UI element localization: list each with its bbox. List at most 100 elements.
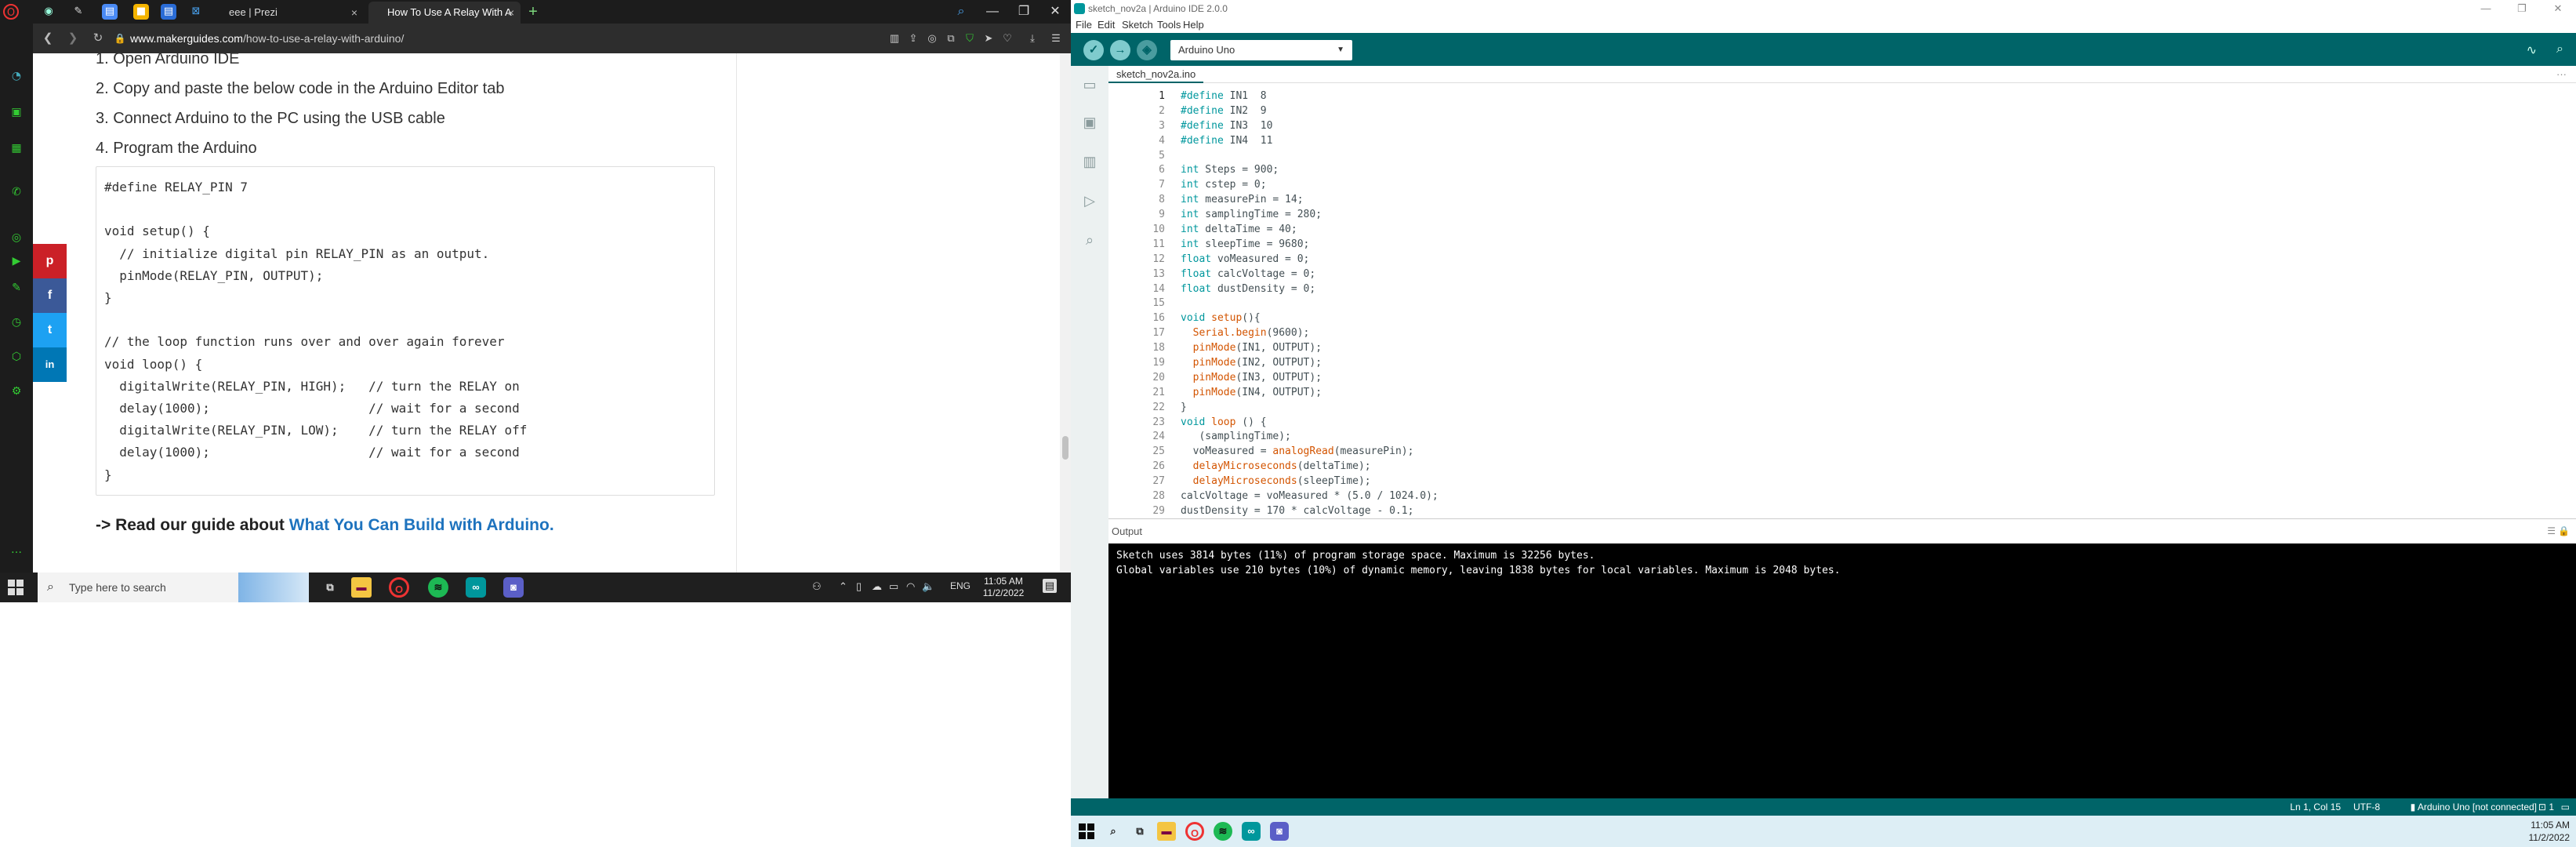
code-line[interactable]: #define IN3 10	[1181, 119, 1439, 134]
whatsapp-icon[interactable]: ✆	[8, 184, 25, 201]
code-line[interactable]: pinMode(IN2, OUTPUT);	[1181, 356, 1439, 371]
tray-device-icon[interactable]: ▯	[856, 580, 862, 593]
language-indicator[interactable]: ENG	[950, 580, 971, 591]
taskbar-search[interactable]: ⌕ Type here to search	[38, 573, 238, 602]
more-options-icon[interactable]: ···	[2556, 66, 2567, 83]
docs-icon[interactable]: ▤	[102, 4, 118, 20]
player-icon[interactable]: ▶	[8, 253, 25, 270]
tray-chevron-icon[interactable]: ⌃	[839, 580, 847, 593]
library-manager-icon[interactable]: ▥	[1080, 152, 1099, 171]
pinterest-icon[interactable]: p	[33, 244, 67, 278]
spotify-icon[interactable]: ≋	[428, 577, 448, 598]
code-line[interactable]: delayMicroseconds(sleepTime);	[1181, 474, 1439, 489]
send-icon[interactable]: ➤	[981, 31, 996, 45]
code-line[interactable]: dustDensity = 170 * calcVoltage - 0.1;	[1181, 504, 1439, 518]
verify-button[interactable]: ✓	[1083, 40, 1104, 60]
taskbar-clock[interactable]: 11:05 AM 11/2/2022	[2529, 819, 2571, 844]
people-icon[interactable]: ⚇	[812, 580, 822, 593]
code-line[interactable]: delayMicroseconds(deltaTime);	[1181, 460, 1439, 474]
linkedin-icon[interactable]: in	[33, 347, 67, 382]
code-line[interactable]: int samplingTime = 280;	[1181, 208, 1439, 223]
tab-close-icon[interactable]: ×	[351, 2, 357, 24]
arduino-taskbar-icon[interactable]: ∞	[1242, 822, 1261, 841]
code-line[interactable]: float dustDensity = 0;	[1181, 282, 1439, 297]
bag-icon[interactable]: ▣	[8, 104, 25, 121]
reload-icon[interactable]: ↻	[89, 30, 107, 47]
spotify-icon[interactable]: ≋	[1214, 822, 1232, 841]
ide-close-button[interactable]: ✕	[2540, 0, 2576, 17]
code-line[interactable]: int Steps = 900;	[1181, 163, 1439, 178]
task-view-icon[interactable]: ⧉	[320, 577, 340, 598]
wifi-icon[interactable]: ◠	[906, 580, 915, 593]
file-explorer-icon[interactable]: ▬	[1157, 822, 1176, 841]
edit-icon[interactable]: ✎	[8, 279, 25, 296]
file-encoding[interactable]: UTF-8	[2353, 798, 2380, 816]
upload-button[interactable]: →	[1110, 40, 1130, 60]
search-tabs-icon[interactable]: ⌕	[945, 0, 977, 24]
clear-output-icon[interactable]: ☰	[2547, 525, 2556, 536]
cursor-position[interactable]: Ln 1, Col 15	[2290, 798, 2341, 816]
task-view-icon[interactable]: ⧉	[1130, 822, 1149, 841]
messenger-icon[interactable]: ◎	[8, 229, 25, 246]
editor-code[interactable]: #define IN1 8 #define IN2 9 #define IN3 10…	[1181, 89, 1439, 518]
snapshot-icon[interactable]: ⧉	[944, 31, 958, 45]
board-status[interactable]: ▮ Arduino Uno [not connected]	[2411, 798, 2537, 816]
serial-plotter-icon[interactable]: ∿	[2527, 42, 2537, 58]
code-editor[interactable]: 1 2 3 4 5 6 7 8 9 10 11 12 13 14 15 16 17 18 19 20 21 22 23 24 2…	[1108, 83, 2576, 518]
tab-prezi[interactable]: eee | Prezi ×	[210, 2, 364, 24]
menu-edit[interactable]: Edit	[1098, 17, 1115, 33]
code-line[interactable]	[1181, 296, 1439, 311]
forward-icon[interactable]: ❯	[64, 30, 82, 47]
share-icon[interactable]: ⇪	[906, 31, 920, 45]
code-line[interactable]: void setup(){	[1181, 311, 1439, 326]
page-scrollbar[interactable]	[1060, 53, 1071, 573]
menu-icon[interactable]: ☰	[1049, 31, 1063, 45]
toggle-panel-icon[interactable]: ▭	[2561, 798, 2570, 816]
reader-icon[interactable]: ▥	[887, 31, 902, 45]
windows-start-icon[interactable]	[8, 580, 24, 595]
code-line[interactable]: int measurePin = 14;	[1181, 193, 1439, 208]
guide-link[interactable]: What You Can Build with Arduino.	[289, 516, 554, 534]
twitch-icon[interactable]: ▦	[8, 140, 25, 157]
heart-icon[interactable]: ♡	[1000, 31, 1014, 45]
code-line[interactable]: float calcVoltage = 0;	[1181, 267, 1439, 282]
code-line[interactable]: calcVoltage = voMeasured * (5.0 / 1024.0…	[1181, 489, 1439, 504]
volume-icon[interactable]: 🔈	[922, 580, 934, 593]
pin-icon[interactable]: ✎	[71, 4, 86, 20]
sketchbook-icon[interactable]: ▭	[1080, 75, 1099, 94]
shield-icon[interactable]: ⛉	[963, 31, 977, 45]
opera-logo-icon[interactable]: O	[3, 4, 19, 20]
code-line[interactable]: Serial.begin(9600);	[1181, 326, 1439, 341]
cube-icon[interactable]: ⬡	[8, 348, 25, 365]
maximize-button[interactable]: ❐	[1008, 0, 1039, 24]
docs-icon-2[interactable]: ▤	[161, 4, 176, 20]
minimize-button[interactable]: —	[977, 0, 1008, 24]
taskbar-clock[interactable]: 11:05 AM 11/2/2022	[980, 576, 1027, 599]
search-icon[interactable]: ⌕	[1080, 231, 1099, 249]
code-line[interactable]: pinMode(IN1, OUTPUT);	[1181, 341, 1439, 356]
new-tab-button[interactable]: +	[524, 2, 542, 22]
opera-taskbar-icon[interactable]: O	[1185, 822, 1204, 841]
cloud-icon[interactable]: ☁	[872, 580, 882, 593]
code-line[interactable]: (samplingTime);	[1181, 430, 1439, 445]
facebook-icon[interactable]: f	[33, 278, 67, 313]
boards-manager-icon[interactable]: ▣	[1080, 113, 1099, 132]
code-line[interactable]: int cstep = 0;	[1181, 178, 1439, 193]
tab-close-icon[interactable]: ×	[508, 2, 514, 24]
menu-sketch[interactable]: Sketch	[1122, 17, 1153, 33]
file-explorer-icon[interactable]: ▬	[351, 577, 372, 598]
search-highlight-image[interactable]	[238, 573, 309, 602]
history-icon[interactable]: ◷	[8, 314, 25, 331]
settings-icon[interactable]: ⚙	[8, 383, 25, 400]
twitter-icon[interactable]: t	[33, 313, 67, 347]
tab-relay-article[interactable]: How To Use A Relay With A ×	[368, 2, 521, 24]
code-line[interactable]: pinMode(IN4, OUTPUT);	[1181, 386, 1439, 401]
serial-monitor-icon[interactable]: ⌕	[2556, 42, 2563, 56]
code-line[interactable]: float voMeasured = 0;	[1181, 253, 1439, 267]
code-line[interactable]: #define IN2 9	[1181, 104, 1439, 119]
camera-icon[interactable]: ◎	[925, 31, 939, 45]
code-line[interactable]: #define IN1 8	[1181, 89, 1439, 104]
code-line[interactable]: voMeasured = analogRead(measurePin);	[1181, 445, 1439, 460]
search-icon[interactable]: ⌕	[1104, 822, 1123, 841]
code-line[interactable]: pinMode(IN3, OUTPUT);	[1181, 371, 1439, 386]
